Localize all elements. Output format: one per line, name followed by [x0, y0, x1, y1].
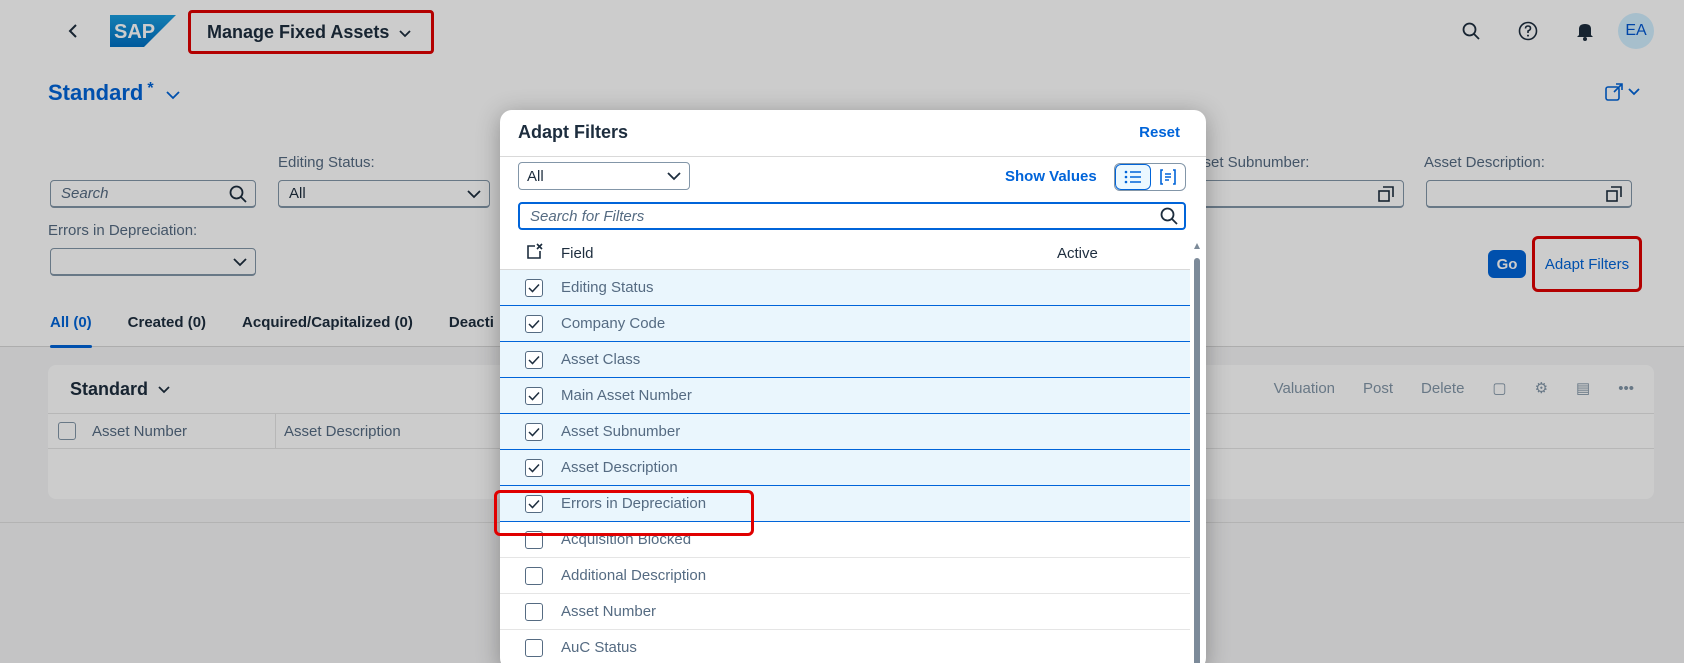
- filter-list: Editing Status Company Code Asset Class Mai…: [500, 270, 1190, 663]
- filter-label: Asset Class: [561, 351, 641, 368]
- checkmark-icon: [528, 319, 540, 329]
- checkmark-icon: [528, 391, 540, 401]
- filter-checkbox[interactable]: [525, 422, 543, 441]
- deselect-all-icon[interactable]: [525, 242, 545, 265]
- checkmark-icon: [528, 355, 540, 365]
- column-field: Field: [561, 245, 594, 262]
- list-item[interactable]: Asset Description: [500, 450, 1190, 486]
- list-item[interactable]: Additional Description: [500, 558, 1190, 594]
- show-values-button[interactable]: Show Values: [1005, 168, 1097, 185]
- reset-button[interactable]: Reset: [1139, 124, 1180, 141]
- filter-list-header: Field Active: [500, 238, 1190, 270]
- list-view-icon[interactable]: [1115, 164, 1151, 190]
- list-item[interactable]: Asset Number: [500, 594, 1190, 630]
- list-item[interactable]: Editing Status: [500, 270, 1190, 306]
- checkmark-icon: [528, 283, 540, 293]
- view-switch: [1114, 163, 1186, 191]
- filter-view-value: All: [527, 167, 544, 185]
- scrollbar-thumb[interactable]: [1194, 258, 1200, 663]
- filter-label: Asset Description: [561, 459, 678, 476]
- dialog-title: Adapt Filters: [518, 122, 629, 142]
- adapt-filters-dialog: Adapt Filters Reset All Show Values Sear…: [500, 110, 1206, 663]
- list-item[interactable]: Asset Class: [500, 342, 1190, 378]
- checkmark-icon: [528, 427, 540, 437]
- list-item[interactable]: Asset Subnumber: [500, 414, 1190, 450]
- filter-checkbox[interactable]: [525, 566, 543, 585]
- filter-search-placeholder: Search for Filters: [530, 207, 645, 225]
- filter-checkbox[interactable]: [525, 314, 543, 333]
- filter-label: Additional Description: [561, 567, 707, 584]
- chevron-down-icon: [667, 167, 681, 189]
- filter-checkbox[interactable]: [525, 602, 543, 621]
- filter-search-input[interactable]: Search for Filters: [518, 202, 1186, 230]
- filter-checkbox[interactable]: [525, 278, 543, 297]
- filter-label: Asset Number: [561, 603, 657, 620]
- scrollbar[interactable]: [1193, 242, 1201, 663]
- filter-view-select[interactable]: All: [518, 162, 690, 190]
- filter-label: Asset Subnumber: [561, 423, 681, 440]
- filter-checkbox[interactable]: [525, 386, 543, 405]
- filter-label: Company Code: [561, 315, 666, 332]
- list-item[interactable]: Company Code: [500, 306, 1190, 342]
- checkmark-icon: [528, 463, 540, 473]
- highlight-errors-in-depreciation: [494, 490, 754, 536]
- filter-checkbox[interactable]: [525, 350, 543, 369]
- filter-label: Main Asset Number: [561, 387, 692, 404]
- filter-checkbox[interactable]: [525, 458, 543, 477]
- list-item[interactable]: AuC Status: [500, 630, 1190, 663]
- group-view-icon[interactable]: [1151, 164, 1185, 190]
- list-item[interactable]: Main Asset Number: [500, 378, 1190, 414]
- column-active: Active: [1057, 245, 1098, 262]
- filter-label: AuC Status: [561, 639, 637, 656]
- filter-label: Editing Status: [561, 279, 654, 296]
- search-icon[interactable]: [1160, 207, 1178, 229]
- dialog-divider: [500, 156, 1206, 157]
- scroll-up-icon[interactable]: [1193, 242, 1201, 250]
- filter-checkbox[interactable]: [525, 638, 543, 657]
